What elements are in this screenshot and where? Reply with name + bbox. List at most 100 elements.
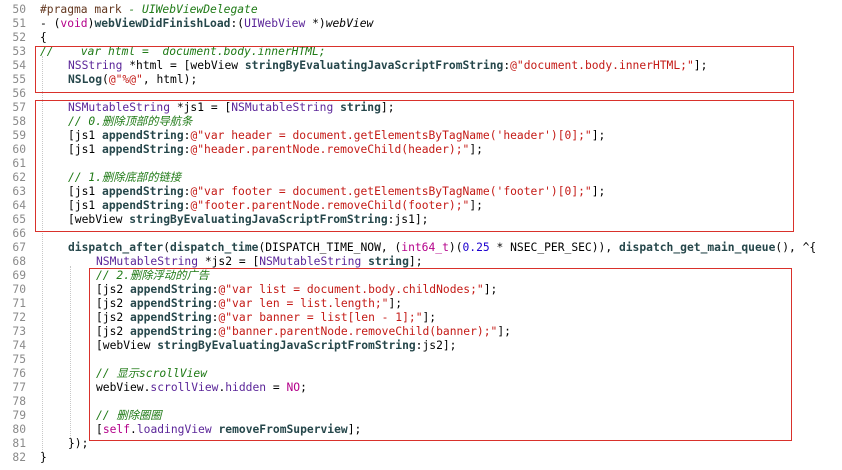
- code-token: )(: [448, 241, 463, 254]
- line-number: 57: [12, 101, 26, 114]
- code-text[interactable]: NSMutableString *js2 = [NSMutableString …: [96, 255, 423, 269]
- line-number: 69: [12, 269, 26, 282]
- line-number: 61: [12, 157, 26, 170]
- code-editor[interactable]: 50 #pragma mark - UIWebViewDelegate 51 - (v…: [0, 0, 842, 470]
- code-line[interactable]: 77 webView.scrollView.hidden = NO;: [0, 381, 842, 395]
- code-line[interactable]: 76 // 显示scrollView: [0, 367, 842, 381]
- code-line[interactable]: 75: [0, 353, 842, 367]
- code-line[interactable]: 60 [js1 appendString:@"header.parentNode.…: [0, 143, 842, 157]
- code-text[interactable]: [js2 appendString:@"var list = document.…: [96, 283, 497, 297]
- code-token: stringByEvaluatingJavaScriptFromString: [244, 59, 504, 72]
- code-token: @"document.body.innerHTML;": [510, 59, 694, 72]
- code-line[interactable]: 73 [js2 appendString:@"banner.parentNode.…: [0, 325, 842, 339]
- line-number: 79: [12, 409, 26, 422]
- code-text[interactable]: [self.loadingView removeFromSuperview];: [96, 423, 361, 437]
- code-line[interactable]: 51 - (void)webViewDidFinishLoad:(UIWebVie…: [0, 17, 842, 31]
- code-text[interactable]: [js1 appendString:@"var header = documen…: [68, 129, 605, 143]
- code-token: :js1];: [387, 213, 429, 226]
- code-token: [js1: [68, 143, 103, 156]
- code-token: // 1.删除底部的链接: [68, 171, 182, 184]
- code-text[interactable]: NSMutableString *js1 = [NSMutableString …: [68, 101, 395, 115]
- code-line[interactable]: 66: [0, 227, 842, 241]
- code-text[interactable]: webView.scrollView.hidden = NO;: [96, 381, 307, 395]
- line-number: 59: [12, 129, 26, 142]
- code-text[interactable]: [webView stringByEvaluatingJavaScriptFro…: [96, 339, 456, 353]
- code-text[interactable]: [webView stringByEvaluatingJavaScriptFro…: [68, 213, 428, 227]
- code-line[interactable]: 58 // 0.删除顶部的导航条: [0, 115, 842, 129]
- code-line[interactable]: 62 // 1.删除底部的链接: [0, 171, 842, 185]
- code-text[interactable]: NSString *html = [webView stringByEvalua…: [68, 59, 707, 73]
- code-line[interactable]: 81});: [0, 437, 842, 451]
- code-text[interactable]: // 删除圈圈: [96, 409, 162, 423]
- code-line[interactable]: 55 NSLog(@"%@", html);: [0, 73, 842, 87]
- code-line[interactable]: 63 [js1 appendString:@"var footer = docum…: [0, 185, 842, 199]
- code-token: [js2: [96, 311, 131, 324]
- code-line[interactable]: 52 {: [0, 31, 842, 45]
- line-number: 77: [12, 381, 26, 394]
- code-line[interactable]: 59 [js1 appendString:@"var header = docum…: [0, 129, 842, 143]
- code-token: dispatch_after: [68, 241, 164, 254]
- code-text[interactable]: // var html = document.body.innerHTML;: [40, 45, 326, 59]
- code-token: void: [60, 17, 88, 30]
- code-line[interactable]: 64 [js1 appendString:@"footer.parentNode.…: [0, 199, 842, 213]
- code-text[interactable]: [js2 appendString:@"var banner = list[le…: [96, 311, 436, 325]
- code-token: *js1 = [: [170, 101, 232, 114]
- code-token: hidden: [225, 381, 267, 394]
- code-token: appendString: [130, 297, 212, 310]
- code-line[interactable]: 80 [self.loadingView removeFromSuperview]…: [0, 423, 842, 437]
- line-number: 75: [12, 353, 26, 366]
- code-token: });: [68, 437, 89, 450]
- code-text[interactable]: });: [68, 437, 88, 451]
- code-text[interactable]: [js1 appendString:@"var footer = documen…: [68, 185, 605, 199]
- code-line[interactable]: 70 [js2 appendString:@"var list = documen…: [0, 283, 842, 297]
- code-text[interactable]: [js2 appendString:@"var len = list.lengt…: [96, 297, 402, 311]
- code-line[interactable]: 79 // 删除圈圈: [0, 409, 842, 423]
- code-line[interactable]: 68 NSMutableString *js2 = [NSMutableStrin…: [0, 255, 842, 269]
- code-line[interactable]: 78: [0, 395, 842, 409]
- code-token: ];: [408, 255, 423, 268]
- code-text[interactable]: NSLog(@"%@", html);: [68, 73, 197, 87]
- code-token: [webView: [68, 213, 130, 226]
- code-text[interactable]: [js1 appendString:@"header.parentNode.re…: [68, 143, 483, 157]
- code-token: @"var banner = list[len - 1];": [218, 311, 423, 324]
- code-text[interactable]: // 0.删除顶部的导航条: [68, 115, 192, 129]
- code-line[interactable]: 53 // var html = document.body.innerHTML;: [0, 45, 842, 59]
- code-token: // 0.删除顶部的导航条: [68, 115, 193, 128]
- code-token: ];: [483, 283, 498, 296]
- code-token: scrollView: [150, 381, 219, 394]
- line-number: 67: [12, 241, 26, 254]
- code-text[interactable]: - (void)webViewDidFinishLoad:(UIWebView …: [40, 17, 373, 31]
- code-line[interactable]: 57 NSMutableString *js1 = [NSMutableStrin…: [0, 101, 842, 115]
- code-token: @"var header = document.getElementsByTag…: [190, 129, 592, 142]
- code-token: stringByEvaluatingJavaScriptFromString: [157, 339, 416, 352]
- code-line[interactable]: 74 [webView stringByEvaluatingJavaScriptF…: [0, 339, 842, 353]
- line-number: 53: [12, 45, 26, 58]
- code-line[interactable]: 69 // 2.删除浮动的广告: [0, 269, 842, 283]
- line-number: 58: [12, 115, 26, 128]
- code-token: [js2: [96, 297, 131, 310]
- code-text[interactable]: // 2.删除浮动的广告: [96, 269, 209, 283]
- code-token: appendString: [102, 143, 184, 156]
- code-text[interactable]: // 显示scrollView: [96, 367, 207, 381]
- line-number: 63: [12, 185, 26, 198]
- code-text[interactable]: [js1 appendString:@"footer.parentNode.re…: [68, 199, 483, 213]
- code-line[interactable]: 50 #pragma mark - UIWebViewDelegate: [0, 3, 842, 17]
- code-text[interactable]: {: [40, 31, 47, 45]
- code-line[interactable]: 72 [js2 appendString:@"var banner = list[…: [0, 311, 842, 325]
- code-text[interactable]: #pragma mark - UIWebViewDelegate: [40, 3, 258, 17]
- line-number: 60: [12, 143, 26, 156]
- code-line[interactable]: 54 NSString *html = [webView stringByEval…: [0, 59, 842, 73]
- code-line[interactable]: 71 [js2 appendString:@"var len = list.len…: [0, 297, 842, 311]
- code-token: appendString: [102, 129, 184, 142]
- code-token: *): [305, 17, 326, 30]
- code-line[interactable]: 67 dispatch_after(dispatch_time(DISPATCH_…: [0, 241, 842, 255]
- code-token: string: [340, 101, 381, 114]
- code-line[interactable]: 56: [0, 87, 842, 101]
- code-line[interactable]: 65 [webView stringByEvaluatingJavaScriptF…: [0, 213, 842, 227]
- code-line[interactable]: 82}: [0, 451, 842, 465]
- code-text[interactable]: dispatch_after(dispatch_time(DISPATCH_TI…: [68, 241, 816, 255]
- code-text[interactable]: [js2 appendString:@"banner.parentNode.re…: [96, 325, 511, 339]
- code-line[interactable]: 61: [0, 157, 842, 171]
- code-token: webView: [325, 17, 374, 30]
- code-text[interactable]: // 1.删除底部的链接: [68, 171, 181, 185]
